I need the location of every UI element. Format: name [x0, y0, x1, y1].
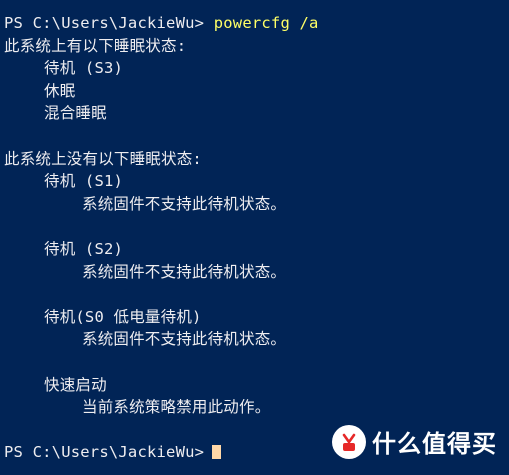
output-line: 待机 (S3) [44, 59, 124, 78]
output-line: 当前系统策略禁用此动作。 [82, 398, 271, 417]
output-blank [4, 351, 509, 374]
prompt: PS C:\Users\JackieWu> [4, 443, 205, 462]
terminal-output[interactable]: PS C:\Users\JackieWu> powercfg /a 此系统上有以… [4, 12, 509, 464]
output-line: 系统固件不支持此待机状态。 [82, 194, 287, 213]
output-line: 系统固件不支持此待机状态。 [82, 330, 287, 349]
output-heading-available: 此系统上有以下睡眠状态: [4, 36, 187, 55]
text-cursor [212, 445, 222, 460]
prompt: PS C:\Users\JackieWu> [4, 14, 205, 32]
output-blank [4, 283, 509, 306]
output-line: 待机 (S1) [44, 172, 124, 191]
output-line: 系统固件不支持此待机状态。 [82, 262, 287, 281]
watermark: 什么值得买 [332, 424, 497, 459]
command-text: powercfg /a [213, 14, 319, 32]
watermark-text: 什么值得买 [372, 430, 497, 458]
output-blank [4, 215, 509, 238]
watermark-logo-icon [332, 424, 366, 459]
command-line: PS C:\Users\JackieWu> powercfg /a [4, 12, 509, 35]
watermark-logo-icon-glyph [337, 429, 361, 454]
output-blank [4, 125, 509, 148]
output-line: 休眠 [44, 81, 76, 100]
output-line: 待机(S0 低电量待机) [44, 307, 202, 326]
output-line: 待机 (S2) [44, 239, 124, 258]
output-line: 混合睡眠 [44, 104, 107, 123]
output-heading-unavailable: 此系统上没有以下睡眠状态: [4, 149, 202, 168]
output-line: 快速启动 [44, 375, 107, 394]
